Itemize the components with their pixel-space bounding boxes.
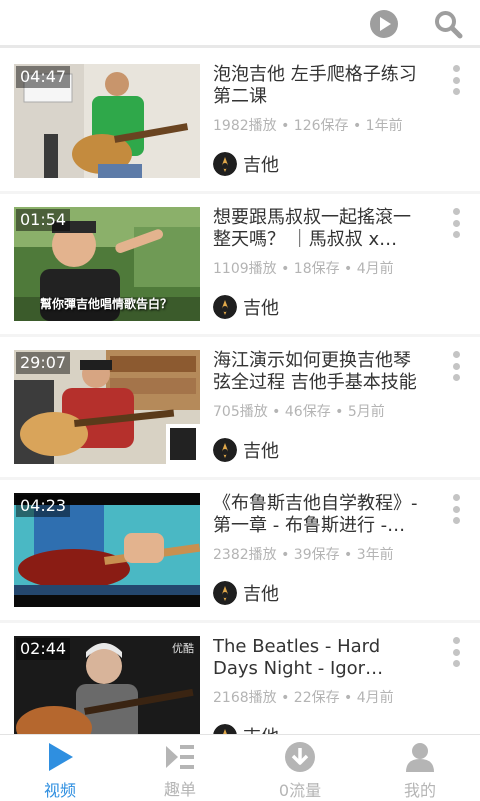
video-title[interactable]: 想要跟馬叔叔一起搖滾一整天嗎？ ｜馬叔叔 x… [213,207,427,251]
video-meta: 2168播放 • 22保存 • 4月前 [213,690,394,706]
person-icon [403,741,437,773]
channel-link[interactable]: 吉他 [213,295,279,319]
tab-profile[interactable]: 我的 [360,735,480,800]
playlist-icon [163,741,197,772]
video-title[interactable]: 海江演示如何更换吉他琴弦全过程 吉他手基本技能 [213,350,427,394]
tab-label: 我的 [403,781,436,800]
channel-link[interactable]: 吉他 [213,438,279,462]
avatar [213,152,237,176]
thumbnail-watermark: 优酷 [172,642,194,655]
more-options-icon[interactable] [446,63,466,97]
thumbnail-caption: 幫你彈吉他唱情歌告白？ [40,297,173,311]
video-meta: 1109播放 • 18保存 • 4月前 [213,261,394,277]
channel-link[interactable]: 吉他 [213,152,279,176]
bottom-nav: 视频 趣单 0流量 我的 [0,734,480,800]
avatar [213,295,237,319]
video-title[interactable]: 《布鲁斯吉他自学教程》- 第一章 - 布鲁斯进行 -… [213,493,427,537]
channel-name: 吉他 [243,584,279,605]
video-duration: 02:44 [16,638,71,660]
video-thumbnail[interactable]: 29:07 [14,350,200,464]
video-thumbnail[interactable]: 04:23 [14,493,200,607]
tab-videos[interactable]: 视频 [0,735,120,800]
video-title[interactable]: The Beatles - Hard Days Night - Igor… [213,636,427,680]
video-duration: 29:07 [16,352,71,374]
play-icon [43,741,77,773]
channel-link[interactable]: 吉他 [213,581,279,605]
tab-label: 视频 [43,781,76,800]
video-duration: 04:23 [16,495,71,517]
video-item[interactable]: 01:54 幫你彈吉他唱情歌告白？ 想要跟馬叔叔一起搖滾一整天嗎？ ｜馬叔叔 x… [0,194,480,334]
video-item[interactable]: 04:47 泡泡吉他 左手爬格子练习第二课 1982播放 • 126保存 • 1… [0,51,480,191]
video-thumbnail[interactable]: 04:47 [14,64,200,178]
channel-name: 吉他 [243,441,279,462]
search-icon[interactable] [428,4,468,44]
video-meta: 705播放 • 46保存 • 5月前 [213,404,385,420]
tab-label: 0流量 [278,781,322,800]
video-item[interactable]: 29:07 海江演示如何更换吉他琴弦全过程 吉他手基本技能 705播放 • 46… [0,337,480,477]
video-feed: 04:47 泡泡吉他 左手爬格子练习第二课 1982播放 • 126保存 • 1… [0,51,480,734]
channel-name: 吉他 [243,155,279,176]
channel-link[interactable]: 吉他 [213,724,279,734]
video-thumbnail[interactable]: 01:54 幫你彈吉他唱情歌告白？ [14,207,200,321]
video-meta: 2382播放 • 39保存 • 3年前 [213,547,394,563]
tab-label: 趣单 [163,780,196,799]
channel-name: 吉他 [243,298,279,319]
channel-name: 吉他 [243,723,279,734]
more-options-icon[interactable] [446,349,466,383]
more-options-icon[interactable] [446,492,466,526]
more-options-icon[interactable] [446,206,466,240]
avatar [213,438,237,462]
video-duration: 01:54 [16,209,71,231]
video-item[interactable]: 04:23 《布鲁斯吉他自学教程》- 第一章 - 布鲁斯进行 -… 2382播放… [0,480,480,620]
video-meta: 1982播放 • 126保存 • 1年前 [213,118,403,134]
tab-playlists[interactable]: 趣单 [120,735,240,800]
video-duration: 04:47 [16,66,71,88]
avatar [213,581,237,605]
top-bar [0,0,480,48]
video-thumbnail[interactable]: 02:44 优酷 [14,636,200,734]
avatar [213,724,237,734]
video-title[interactable]: 泡泡吉他 左手爬格子练习第二课 [213,64,427,108]
tab-offline[interactable]: 0流量 [240,735,360,800]
play-icon[interactable] [364,4,404,44]
more-options-icon[interactable] [446,635,466,669]
download-icon [283,741,317,773]
video-item[interactable]: 02:44 优酷 The Beatles - Hard Days Night -… [0,623,480,734]
